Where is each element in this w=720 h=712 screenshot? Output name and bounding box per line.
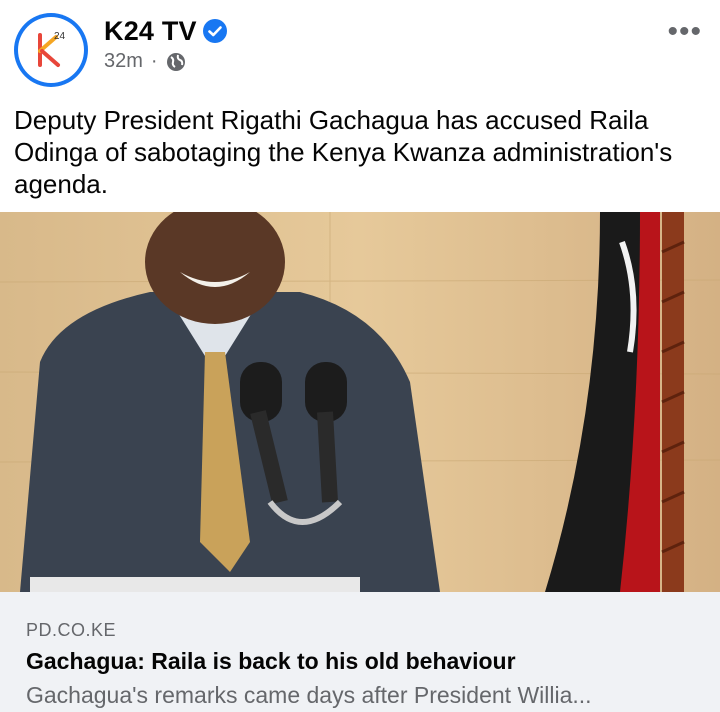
post-photo[interactable] <box>0 212 720 592</box>
link-domain: PD.CO.KE <box>26 620 117 640</box>
k24-logo: 24 <box>18 17 84 83</box>
page-name[interactable]: K24 TV <box>104 16 197 47</box>
more-options-icon[interactable]: ••• <box>667 17 702 47</box>
link-headline[interactable]: Gachagua: Raila is back to his old behav… <box>26 648 516 675</box>
globe-icon <box>166 52 185 71</box>
post-header: 24 K24 TV 32m · ••• <box>0 0 720 100</box>
meta-separator: · <box>150 50 158 72</box>
logo-text: 24 <box>54 31 66 42</box>
post-time[interactable]: 32m <box>104 50 143 73</box>
post-text: Deputy President Rigathi Gachagua has ac… <box>14 105 673 199</box>
post-meta: 32m · <box>104 50 186 73</box>
link-description: Gachagua's remarks came days after Presi… <box>26 682 592 708</box>
avatar[interactable]: 24 <box>14 13 88 87</box>
verified-badge-icon <box>203 19 227 43</box>
